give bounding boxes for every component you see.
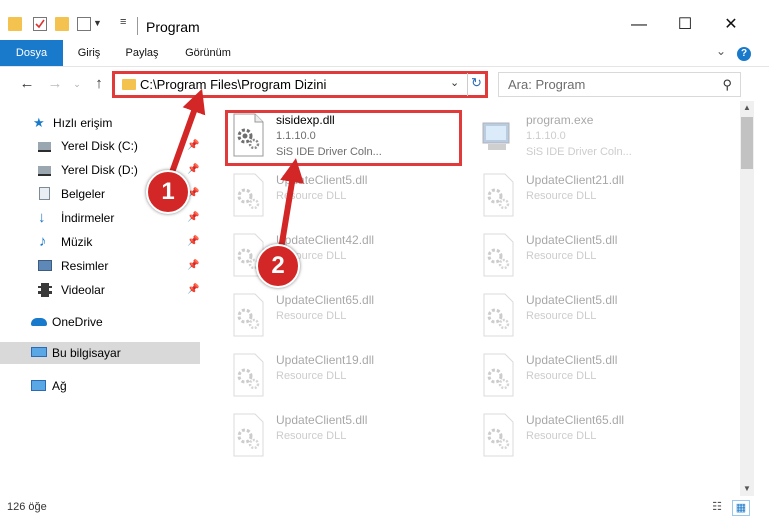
explorer-window: ▼ ≡ Program — ☐ ✕ Dosya Giriş Paylaş Gör… (0, 0, 769, 531)
annotation-badge-1: 1 (146, 170, 190, 214)
annotation-arrow-1 (167, 88, 206, 180)
annotation-arrows (167, 88, 304, 250)
annotation-badge-2: 2 (256, 244, 300, 288)
annotation-arrow-2 (278, 158, 304, 250)
